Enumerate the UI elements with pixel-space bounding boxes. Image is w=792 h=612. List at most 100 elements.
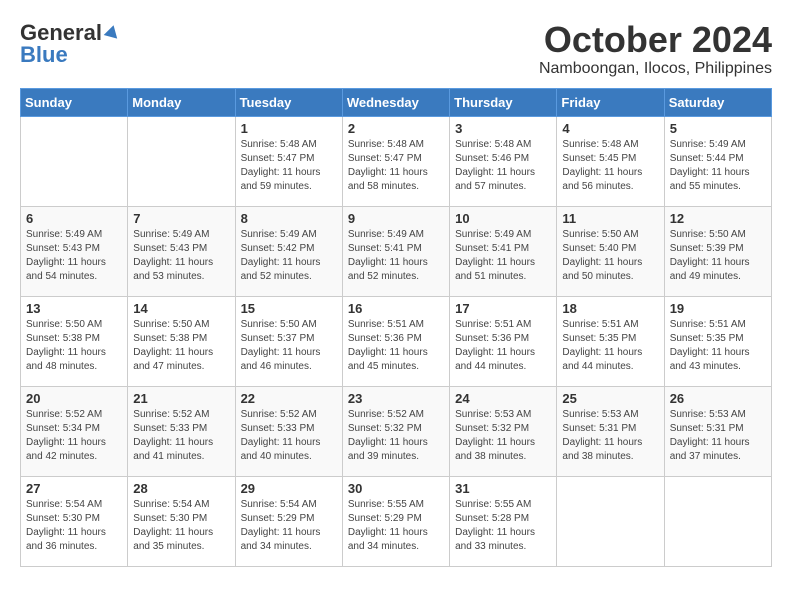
- day-cell: 5 Sunrise: 5:49 AMSunset: 5:44 PMDayligh…: [664, 116, 771, 206]
- day-number: 3: [455, 121, 551, 136]
- day-number: 23: [348, 391, 444, 406]
- day-cell: 7 Sunrise: 5:49 AMSunset: 5:43 PMDayligh…: [128, 206, 235, 296]
- week-row-2: 6 Sunrise: 5:49 AMSunset: 5:43 PMDayligh…: [21, 206, 772, 296]
- day-number: 6: [26, 211, 122, 226]
- day-cell: 20 Sunrise: 5:52 AMSunset: 5:34 PMDaylig…: [21, 386, 128, 476]
- header-cell-friday: Friday: [557, 88, 664, 116]
- day-number: 4: [562, 121, 658, 136]
- day-cell: 14 Sunrise: 5:50 AMSunset: 5:38 PMDaylig…: [128, 296, 235, 386]
- day-details: Sunrise: 5:49 AMSunset: 5:41 PMDaylight:…: [348, 229, 428, 282]
- day-number: 2: [348, 121, 444, 136]
- day-details: Sunrise: 5:54 AMSunset: 5:30 PMDaylight:…: [26, 499, 106, 552]
- logo-blue-text: Blue: [20, 42, 68, 68]
- header-row: SundayMondayTuesdayWednesdayThursdayFrid…: [21, 88, 772, 116]
- day-cell: 13 Sunrise: 5:50 AMSunset: 5:38 PMDaylig…: [21, 296, 128, 386]
- day-number: 13: [26, 301, 122, 316]
- day-number: 7: [133, 211, 229, 226]
- day-number: 19: [670, 301, 766, 316]
- day-number: 20: [26, 391, 122, 406]
- day-cell: 15 Sunrise: 5:50 AMSunset: 5:37 PMDaylig…: [235, 296, 342, 386]
- day-number: 29: [241, 481, 337, 496]
- day-details: Sunrise: 5:49 AMSunset: 5:43 PMDaylight:…: [133, 229, 213, 282]
- day-number: 9: [348, 211, 444, 226]
- day-number: 11: [562, 211, 658, 226]
- header-cell-sunday: Sunday: [21, 88, 128, 116]
- day-cell: 9 Sunrise: 5:49 AMSunset: 5:41 PMDayligh…: [342, 206, 449, 296]
- day-details: Sunrise: 5:50 AMSunset: 5:39 PMDaylight:…: [670, 229, 750, 282]
- day-number: 1: [241, 121, 337, 136]
- day-number: 26: [670, 391, 766, 406]
- page-header: General Blue October 2024 Namboongan, Il…: [20, 20, 772, 78]
- day-cell: 21 Sunrise: 5:52 AMSunset: 5:33 PMDaylig…: [128, 386, 235, 476]
- day-details: Sunrise: 5:55 AMSunset: 5:28 PMDaylight:…: [455, 499, 535, 552]
- day-details: Sunrise: 5:49 AMSunset: 5:42 PMDaylight:…: [241, 229, 321, 282]
- day-number: 21: [133, 391, 229, 406]
- day-number: 14: [133, 301, 229, 316]
- calendar-body: 1 Sunrise: 5:48 AMSunset: 5:47 PMDayligh…: [21, 116, 772, 566]
- day-details: Sunrise: 5:49 AMSunset: 5:41 PMDaylight:…: [455, 229, 535, 282]
- logo-triangle-icon: [104, 23, 121, 38]
- header-cell-saturday: Saturday: [664, 88, 771, 116]
- week-row-1: 1 Sunrise: 5:48 AMSunset: 5:47 PMDayligh…: [21, 116, 772, 206]
- day-details: Sunrise: 5:53 AMSunset: 5:32 PMDaylight:…: [455, 409, 535, 462]
- calendar-table: SundayMondayTuesdayWednesdayThursdayFrid…: [20, 88, 772, 567]
- day-cell: 2 Sunrise: 5:48 AMSunset: 5:47 PMDayligh…: [342, 116, 449, 206]
- day-cell: 16 Sunrise: 5:51 AMSunset: 5:36 PMDaylig…: [342, 296, 449, 386]
- day-details: Sunrise: 5:54 AMSunset: 5:29 PMDaylight:…: [241, 499, 321, 552]
- day-cell: 24 Sunrise: 5:53 AMSunset: 5:32 PMDaylig…: [450, 386, 557, 476]
- day-details: Sunrise: 5:48 AMSunset: 5:47 PMDaylight:…: [241, 139, 321, 192]
- day-number: 18: [562, 301, 658, 316]
- day-number: 25: [562, 391, 658, 406]
- day-details: Sunrise: 5:53 AMSunset: 5:31 PMDaylight:…: [670, 409, 750, 462]
- day-details: Sunrise: 5:52 AMSunset: 5:34 PMDaylight:…: [26, 409, 106, 462]
- day-number: 10: [455, 211, 551, 226]
- header-cell-thursday: Thursday: [450, 88, 557, 116]
- day-number: 15: [241, 301, 337, 316]
- day-number: 17: [455, 301, 551, 316]
- day-details: Sunrise: 5:48 AMSunset: 5:47 PMDaylight:…: [348, 139, 428, 192]
- day-cell: 6 Sunrise: 5:49 AMSunset: 5:43 PMDayligh…: [21, 206, 128, 296]
- logo: General Blue: [20, 20, 119, 68]
- day-cell: 8 Sunrise: 5:49 AMSunset: 5:42 PMDayligh…: [235, 206, 342, 296]
- day-details: Sunrise: 5:54 AMSunset: 5:30 PMDaylight:…: [133, 499, 213, 552]
- day-details: Sunrise: 5:53 AMSunset: 5:31 PMDaylight:…: [562, 409, 642, 462]
- day-cell: 4 Sunrise: 5:48 AMSunset: 5:45 PMDayligh…: [557, 116, 664, 206]
- day-details: Sunrise: 5:51 AMSunset: 5:35 PMDaylight:…: [670, 319, 750, 372]
- day-number: 27: [26, 481, 122, 496]
- header-cell-monday: Monday: [128, 88, 235, 116]
- day-cell: 22 Sunrise: 5:52 AMSunset: 5:33 PMDaylig…: [235, 386, 342, 476]
- title-area: October 2024 Namboongan, Ilocos, Philipp…: [539, 20, 772, 78]
- day-cell: 29 Sunrise: 5:54 AMSunset: 5:29 PMDaylig…: [235, 476, 342, 566]
- day-number: 16: [348, 301, 444, 316]
- day-details: Sunrise: 5:51 AMSunset: 5:36 PMDaylight:…: [348, 319, 428, 372]
- day-cell: [664, 476, 771, 566]
- day-number: 24: [455, 391, 551, 406]
- day-number: 5: [670, 121, 766, 136]
- day-details: Sunrise: 5:52 AMSunset: 5:32 PMDaylight:…: [348, 409, 428, 462]
- day-details: Sunrise: 5:55 AMSunset: 5:29 PMDaylight:…: [348, 499, 428, 552]
- day-details: Sunrise: 5:50 AMSunset: 5:40 PMDaylight:…: [562, 229, 642, 282]
- day-cell: 27 Sunrise: 5:54 AMSunset: 5:30 PMDaylig…: [21, 476, 128, 566]
- day-number: 28: [133, 481, 229, 496]
- day-number: 31: [455, 481, 551, 496]
- day-number: 8: [241, 211, 337, 226]
- week-row-4: 20 Sunrise: 5:52 AMSunset: 5:34 PMDaylig…: [21, 386, 772, 476]
- day-cell: 11 Sunrise: 5:50 AMSunset: 5:40 PMDaylig…: [557, 206, 664, 296]
- month-title: October 2024: [539, 20, 772, 60]
- day-details: Sunrise: 5:48 AMSunset: 5:46 PMDaylight:…: [455, 139, 535, 192]
- day-details: Sunrise: 5:52 AMSunset: 5:33 PMDaylight:…: [133, 409, 213, 462]
- day-details: Sunrise: 5:52 AMSunset: 5:33 PMDaylight:…: [241, 409, 321, 462]
- day-number: 30: [348, 481, 444, 496]
- day-number: 22: [241, 391, 337, 406]
- day-cell: 18 Sunrise: 5:51 AMSunset: 5:35 PMDaylig…: [557, 296, 664, 386]
- day-cell: 23 Sunrise: 5:52 AMSunset: 5:32 PMDaylig…: [342, 386, 449, 476]
- day-details: Sunrise: 5:51 AMSunset: 5:36 PMDaylight:…: [455, 319, 535, 372]
- day-cell: 26 Sunrise: 5:53 AMSunset: 5:31 PMDaylig…: [664, 386, 771, 476]
- day-details: Sunrise: 5:51 AMSunset: 5:35 PMDaylight:…: [562, 319, 642, 372]
- day-details: Sunrise: 5:48 AMSunset: 5:45 PMDaylight:…: [562, 139, 642, 192]
- day-details: Sunrise: 5:49 AMSunset: 5:43 PMDaylight:…: [26, 229, 106, 282]
- location-title: Namboongan, Ilocos, Philippines: [539, 60, 772, 78]
- day-cell: 19 Sunrise: 5:51 AMSunset: 5:35 PMDaylig…: [664, 296, 771, 386]
- day-cell: 1 Sunrise: 5:48 AMSunset: 5:47 PMDayligh…: [235, 116, 342, 206]
- day-number: 12: [670, 211, 766, 226]
